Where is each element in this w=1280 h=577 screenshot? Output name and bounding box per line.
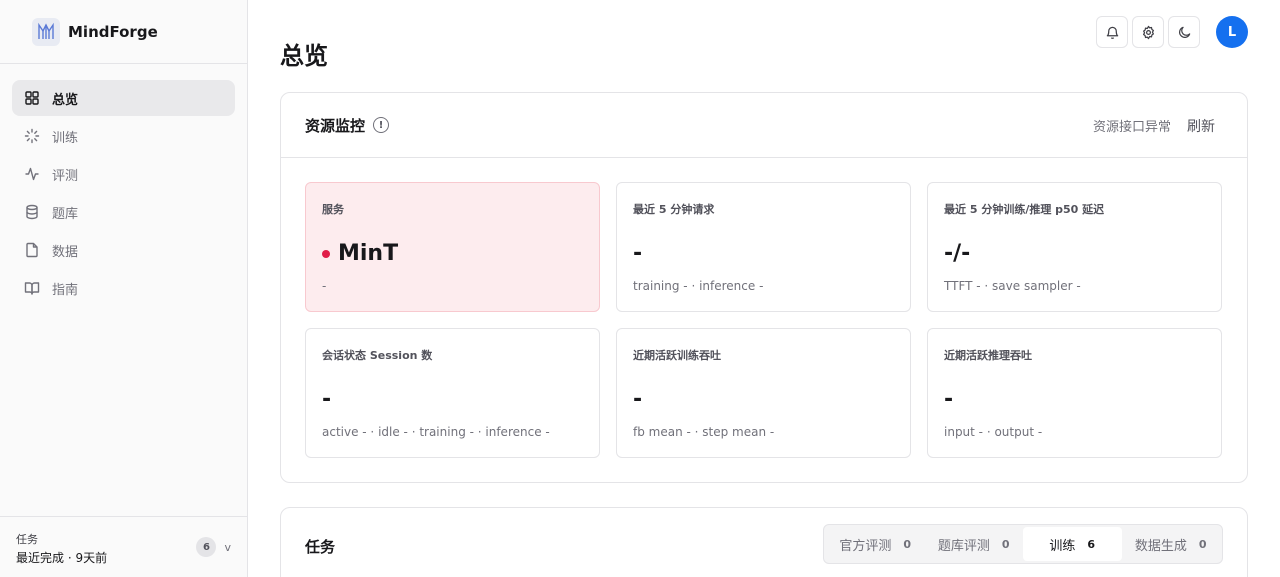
tab-label: 题库评测 <box>937 538 990 554</box>
task-tabs: 官方评测 0 题库评测 0 训练 6 数据生成 0 <box>823 524 1223 564</box>
resource-monitor-card: 资源监控 ! 资源接口异常 刷新 服务 MinT - 最近 5 分钟请求 - t… <box>280 92 1248 483</box>
tab-label: 官方评测 <box>839 538 892 554</box>
metric-value: - <box>633 387 643 412</box>
metric-value: - <box>322 387 332 412</box>
info-icon[interactable]: ! <box>373 117 390 133</box>
metrics-grid: 服务 MinT - 最近 5 分钟请求 - training - · infer… <box>305 182 1223 458</box>
metric-label: 最近 5 分钟请求 <box>633 203 715 216</box>
tasks-title: 任务 <box>305 538 336 556</box>
sidebar-item-question-bank[interactable]: 题库 <box>12 194 235 230</box>
theme-toggle-button[interactable] <box>1168 16 1200 48</box>
metric-value: - <box>633 241 643 266</box>
task-count-badge: 6 <box>196 537 217 557</box>
settings-button[interactable] <box>1132 16 1164 48</box>
metric-tile-latency: 最近 5 分钟训练/推理 p50 延迟 -/- TTFT - · save sa… <box>927 182 1222 312</box>
metric-tile-sessions: 会话状态 Session 数 - active - · idle - · tra… <box>305 328 600 458</box>
task-summary[interactable]: 任务 最近完成 · 9天前 6 v <box>0 516 247 577</box>
sidebar-item-label: 指南 <box>52 282 79 298</box>
metric-value: - <box>944 387 954 412</box>
book-icon <box>24 282 40 295</box>
tasks-card: 任务 官方评测 0 题库评测 0 训练 6 数据生成 0 <box>280 507 1248 577</box>
grid-icon <box>25 91 39 105</box>
tab-count: 0 <box>1198 537 1207 551</box>
notifications-button[interactable] <box>1096 16 1128 48</box>
sidebar-item-overview[interactable]: 总览 <box>12 80 235 116</box>
metric-value: MinT <box>322 241 398 266</box>
sidebar-item-label: 总览 <box>52 92 79 108</box>
bell-icon <box>1106 26 1118 39</box>
mindforge-logo-icon <box>32 17 60 46</box>
api-status-text: 资源接口异常 <box>1092 120 1171 135</box>
tab-label: 数据生成 <box>1134 538 1187 554</box>
metric-label: 会话状态 Session 数 <box>322 349 433 362</box>
sidebar-item-label: 题库 <box>52 206 79 222</box>
metric-label: 服务 <box>322 203 344 216</box>
status-dot-icon <box>322 249 330 258</box>
metric-label: 最近 5 分钟训练/推理 p50 延迟 <box>944 203 1105 216</box>
metric-sub: - <box>322 279 327 293</box>
tab-data-generation[interactable]: 数据生成 0 <box>1122 527 1221 561</box>
tab-bank-eval[interactable]: 题库评测 0 <box>925 527 1024 561</box>
chevron-down-icon[interactable]: v <box>224 541 231 554</box>
resource-monitor-title: 资源监控 <box>305 116 366 135</box>
page-title: 总览 <box>280 42 328 70</box>
tab-count: 0 <box>1001 537 1010 551</box>
sidebar-nav: 总览 训练 评测 题库 数据 指南 <box>0 64 247 324</box>
metric-sub: TTFT - · save sampler - <box>944 279 1081 293</box>
activity-icon <box>25 167 39 181</box>
avatar[interactable]: L <box>1216 16 1248 48</box>
tab-label: 训练 <box>1049 538 1076 554</box>
loader-icon <box>24 128 40 144</box>
sidebar-item-evaluation[interactable]: 评测 <box>12 156 235 192</box>
sidebar-item-guide[interactable]: 指南 <box>12 270 235 306</box>
metric-sub: training - · inference - <box>633 279 764 293</box>
resource-monitor-header: 资源监控 ! 资源接口异常 刷新 <box>281 93 1247 158</box>
tab-training[interactable]: 训练 6 <box>1023 527 1122 561</box>
sidebar-item-label: 数据 <box>52 244 79 260</box>
database-icon <box>26 204 38 220</box>
metric-sub: input - · output - <box>944 425 1043 439</box>
moon-icon <box>1178 26 1190 38</box>
metric-label: 近期活跃训练吞吐 <box>633 349 721 362</box>
tab-official-eval[interactable]: 官方评测 0 <box>826 527 925 561</box>
sidebar-item-label: 评测 <box>52 168 79 184</box>
service-name: MinT <box>338 241 399 266</box>
metric-label: 近期活跃推理吞吐 <box>944 349 1032 362</box>
metric-sub: fb mean - · step mean - <box>633 425 775 439</box>
sidebar: MindForge 总览 训练 评测 题库 数据 指南 任务 最近完成 · 9天… <box>0 0 248 577</box>
sidebar-item-training[interactable]: 训练 <box>12 118 235 154</box>
gear-icon <box>1142 25 1154 39</box>
metric-tile-requests: 最近 5 分钟请求 - training - · inference - <box>616 182 911 312</box>
tab-count: 6 <box>1087 537 1096 551</box>
metric-sub: active - · idle - · training - · inferen… <box>322 425 550 439</box>
metric-tile-inference-throughput: 近期活跃推理吞吐 - input - · output - <box>927 328 1222 458</box>
metric-tile-training-throughput: 近期活跃训练吞吐 - fb mean - · step mean - <box>616 328 911 458</box>
sidebar-item-label: 训练 <box>52 130 79 146</box>
metric-tile-service: 服务 MinT - <box>305 182 600 312</box>
brand-name: MindForge <box>68 22 158 41</box>
tab-count: 0 <box>903 537 912 551</box>
top-actions: L <box>1096 16 1248 48</box>
refresh-button[interactable]: 刷新 <box>1187 116 1215 136</box>
sidebar-item-data[interactable]: 数据 <box>12 232 235 268</box>
file-icon <box>26 242 38 258</box>
brand[interactable]: MindForge <box>0 0 247 64</box>
metric-value: -/- <box>944 241 971 266</box>
